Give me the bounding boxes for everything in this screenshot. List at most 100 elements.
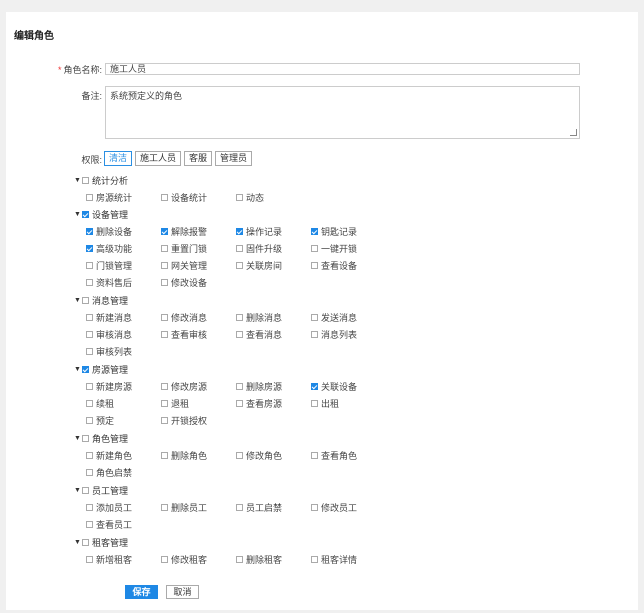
role-name-input[interactable]: 施工人员 — [105, 63, 580, 75]
permission-checkbox[interactable] — [161, 314, 168, 321]
permission-item[interactable]: 员工启禁 — [236, 501, 282, 514]
permission-checkbox[interactable] — [86, 245, 93, 252]
permission-item[interactable]: 删除租客 — [236, 553, 282, 566]
permission-item[interactable]: 删除设备 — [86, 225, 132, 238]
permission-checkbox[interactable] — [86, 417, 93, 424]
permission-checkbox[interactable] — [161, 228, 168, 235]
permission-checkbox[interactable] — [86, 383, 93, 390]
permission-item[interactable]: 重置门锁 — [161, 242, 207, 255]
permission-checkbox[interactable] — [86, 556, 93, 563]
permission-item[interactable]: 修改租客 — [161, 553, 207, 566]
group-checkbox[interactable] — [82, 297, 89, 304]
permission-item[interactable]: 新建房源 — [86, 380, 132, 393]
permission-item[interactable]: 删除消息 — [236, 311, 282, 324]
permission-item[interactable]: 解除报警 — [161, 225, 207, 238]
permission-checkbox[interactable] — [311, 228, 318, 235]
permission-item[interactable]: 新建消息 — [86, 311, 132, 324]
permission-item[interactable]: 开锁授权 — [161, 414, 207, 427]
caret-down-icon[interactable]: ▼ — [74, 539, 82, 546]
group-checkbox[interactable] — [82, 177, 89, 184]
permission-item[interactable]: 查看消息 — [236, 328, 282, 341]
permission-checkbox[interactable] — [86, 504, 93, 511]
permission-checkbox[interactable] — [86, 228, 93, 235]
permission-item[interactable]: 删除员工 — [161, 501, 207, 514]
permission-item[interactable]: 删除角色 — [161, 449, 207, 462]
permission-item[interactable]: 修改员工 — [311, 501, 357, 514]
caret-down-icon[interactable]: ▼ — [74, 487, 82, 494]
permission-item[interactable]: 查看房源 — [236, 397, 282, 410]
permission-checkbox[interactable] — [311, 556, 318, 563]
tab-role-1[interactable]: 施工人员 — [135, 151, 182, 166]
tab-role-2[interactable]: 客服 — [184, 151, 213, 166]
permission-item[interactable]: 高级功能 — [86, 242, 132, 255]
permission-checkbox[interactable] — [236, 228, 243, 235]
permission-item[interactable]: 续租 — [86, 397, 114, 410]
caret-down-icon[interactable]: ▼ — [74, 366, 82, 373]
permission-item[interactable]: 固件升级 — [236, 242, 282, 255]
permission-checkbox[interactable] — [311, 400, 318, 407]
permission-checkbox[interactable] — [236, 262, 243, 269]
remark-textarea[interactable]: 系统预定义的角色 — [105, 86, 580, 139]
permission-checkbox[interactable] — [86, 331, 93, 338]
resize-grip-icon[interactable] — [570, 129, 577, 136]
permission-item[interactable]: 修改房源 — [161, 380, 207, 393]
permission-item[interactable]: 修改角色 — [236, 449, 282, 462]
save-button[interactable]: 保存 — [125, 585, 158, 599]
permission-checkbox[interactable] — [311, 262, 318, 269]
permission-checkbox[interactable] — [311, 331, 318, 338]
permission-item[interactable]: 删除房源 — [236, 380, 282, 393]
permission-checkbox[interactable] — [161, 400, 168, 407]
permission-checkbox[interactable] — [161, 383, 168, 390]
permission-checkbox[interactable] — [311, 245, 318, 252]
permission-checkbox[interactable] — [86, 262, 93, 269]
group-checkbox[interactable] — [82, 487, 89, 494]
permission-checkbox[interactable] — [236, 245, 243, 252]
permission-item[interactable]: 修改设备 — [161, 276, 207, 289]
permission-checkbox[interactable] — [311, 314, 318, 321]
permission-item[interactable]: 添加员工 — [86, 501, 132, 514]
permission-item[interactable]: 发送消息 — [311, 311, 357, 324]
permission-checkbox[interactable] — [86, 469, 93, 476]
permission-checkbox[interactable] — [236, 331, 243, 338]
permission-checkbox[interactable] — [236, 504, 243, 511]
permission-item[interactable]: 网关管理 — [161, 259, 207, 272]
permission-checkbox[interactable] — [161, 279, 168, 286]
permission-checkbox[interactable] — [236, 194, 243, 201]
tab-role-3[interactable]: 管理员 — [215, 151, 253, 166]
permission-checkbox[interactable] — [86, 314, 93, 321]
group-checkbox[interactable] — [82, 435, 89, 442]
permission-checkbox[interactable] — [86, 279, 93, 286]
group-checkbox[interactable] — [82, 539, 89, 546]
permission-item[interactable]: 设备统计 — [161, 191, 207, 204]
permission-checkbox[interactable] — [86, 521, 93, 528]
permission-checkbox[interactable] — [161, 245, 168, 252]
permission-checkbox[interactable] — [311, 383, 318, 390]
tab-role-0[interactable]: 清洁 — [104, 151, 133, 166]
permission-checkbox[interactable] — [86, 348, 93, 355]
permission-item[interactable]: 新建角色 — [86, 449, 132, 462]
permission-checkbox[interactable] — [236, 556, 243, 563]
permission-item[interactable]: 预定 — [86, 414, 114, 427]
permission-checkbox[interactable] — [236, 383, 243, 390]
permission-item[interactable]: 出租 — [311, 397, 339, 410]
permission-item[interactable]: 退租 — [161, 397, 189, 410]
caret-down-icon[interactable]: ▼ — [74, 297, 82, 304]
group-checkbox[interactable] — [82, 211, 89, 218]
permission-item[interactable]: 审核列表 — [86, 345, 132, 358]
permission-item[interactable]: 钥匙记录 — [311, 225, 357, 238]
permission-checkbox[interactable] — [86, 400, 93, 407]
permission-item[interactable]: 房源统计 — [86, 191, 132, 204]
permission-item[interactable]: 操作记录 — [236, 225, 282, 238]
cancel-button[interactable]: 取消 — [166, 585, 199, 599]
permission-item[interactable]: 租客详情 — [311, 553, 357, 566]
permission-item[interactable]: 审核消息 — [86, 328, 132, 341]
permission-checkbox[interactable] — [311, 504, 318, 511]
permission-checkbox[interactable] — [236, 452, 243, 459]
caret-down-icon[interactable]: ▼ — [74, 177, 82, 184]
group-checkbox[interactable] — [82, 366, 89, 373]
permission-item[interactable]: 查看设备 — [311, 259, 357, 272]
permission-checkbox[interactable] — [311, 452, 318, 459]
permission-item[interactable]: 查看审核 — [161, 328, 207, 341]
permission-item[interactable]: 查看员工 — [86, 518, 132, 531]
permission-checkbox[interactable] — [161, 194, 168, 201]
